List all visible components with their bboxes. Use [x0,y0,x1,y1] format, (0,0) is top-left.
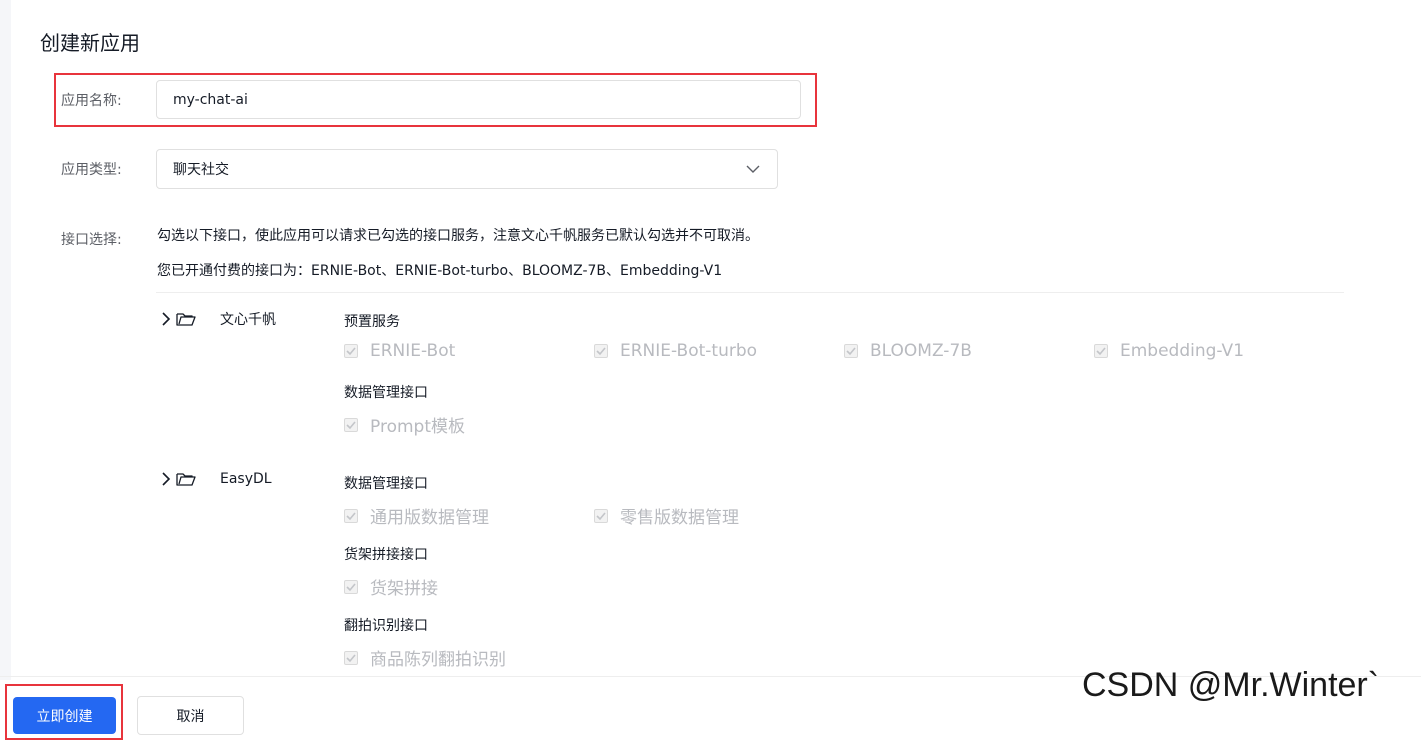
group-name: 文心千帆 [220,312,276,328]
chevron-down-icon [746,165,760,173]
checkbox-label: 通用版数据管理 [370,508,489,528]
folder-open-icon [176,313,196,326]
section-title: 数据管理接口 [344,476,428,492]
checkbox-label: ERNIE-Bot-turbo [620,341,758,361]
api-label: 接口选择: [61,232,122,248]
checkbox-checked-disabled [344,508,358,523]
section-title: 数据管理接口 [344,385,428,401]
checkbox-checked-disabled [844,344,858,358]
divider [156,292,1344,293]
checkbox-label: 货架拼接 [370,579,438,599]
checkbox-checked-disabled [344,417,358,432]
type-label: 应用类型: [61,162,122,178]
api-description: 勾选以下接口，使此应用可以请求已勾选的接口服务，注意文心千帆服务已默认勾选并不可… [157,228,759,244]
checkbox-item[interactable]: ERNIE-Bot [344,341,455,361]
section-title: 翻拍识别接口 [344,618,428,634]
chevron-right-icon[interactable] [160,311,172,327]
folder-open-icon [176,473,196,486]
checkbox-label: 商品陈列翻拍识别 [370,650,506,670]
checkbox-label: Embedding-V1 [1120,341,1245,361]
checkbox-label: ERNIE-Bot [370,341,456,361]
watermark: CSDN @Mr.Winter` [1082,666,1380,704]
app-type-value: 聊天社交 [173,162,229,178]
checkbox-checked-disabled [594,508,608,523]
checkbox-checked-disabled [1094,344,1108,358]
checkbox-item[interactable]: Embedding-V1 [1094,341,1244,361]
name-label: 应用名称: [61,93,122,109]
checkbox-item[interactable]: 通用版数据管理 [344,503,489,528]
group-name: EasyDL [220,471,272,487]
app-type-select[interactable]: 聊天社交 [156,149,778,189]
cancel-button[interactable]: 取消 [137,696,244,735]
checkbox-item[interactable]: Prompt模板 [344,412,465,437]
checkbox-item[interactable]: 零售版数据管理 [594,503,739,528]
left-panel-strip [0,0,11,680]
checkbox-checked-disabled [344,650,358,665]
create-button[interactable]: 立即创建 [13,697,116,734]
checkbox-label: Prompt模板 [370,417,465,437]
section-title: 货架拼接接口 [344,547,428,563]
group-easydl: EasyDL [160,471,272,487]
checkbox-checked-disabled [344,344,358,358]
checkbox-item[interactable]: 货架拼接 [344,574,438,599]
section-title: 预置服务 [344,314,400,330]
checkbox-label: BLOOMZ-7B [870,341,972,361]
checkbox-item[interactable]: ERNIE-Bot-turbo [594,341,757,361]
group-wenxin: 文心千帆 [160,309,276,329]
paid-apis-description: 您已开通付费的接口为：ERNIE-Bot、ERNIE-Bot-turbo、BLO… [157,263,723,279]
page-title: 创建新应用 [40,31,140,55]
checkbox-checked-disabled [594,344,608,358]
app-name-input[interactable] [156,80,801,119]
checkbox-label: 零售版数据管理 [620,508,739,528]
checkbox-checked-disabled [344,579,358,594]
checkbox-item[interactable]: BLOOMZ-7B [844,341,972,361]
chevron-right-icon[interactable] [160,471,172,487]
checkbox-item[interactable]: 商品陈列翻拍识别 [344,645,506,670]
